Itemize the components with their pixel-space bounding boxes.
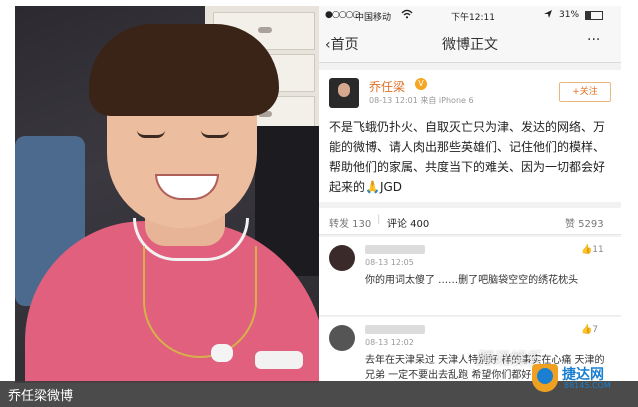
battery-percent: 31% bbox=[559, 10, 580, 20]
comment-time: 08-13 12:02 bbox=[365, 338, 414, 347]
commenter-avatar[interactable] bbox=[329, 245, 355, 271]
weibo-screenshot: ●○○○○ 中国移动 下午12:11 31% ‹首页 微博正文 ··· 乔任梁 … bbox=[319, 6, 621, 383]
battery-icon bbox=[585, 11, 603, 20]
comment-item: 08-13 12:05 👍11 你的用词太傻了 ……删了吧脑袋空空的绣花枕头 bbox=[319, 237, 621, 316]
more-options-button[interactable]: ··· bbox=[587, 32, 600, 48]
likes-tab[interactable]: 赞 5293 bbox=[565, 215, 604, 230]
commenter-name-blurred bbox=[365, 325, 425, 334]
carrier-label: 中国移动 bbox=[355, 13, 392, 23]
commenter-avatar[interactable] bbox=[329, 325, 355, 351]
watermark-logo: 捷达网 88145.COM bbox=[532, 364, 632, 392]
drawer-knob bbox=[258, 27, 272, 33]
clock: 下午12:11 bbox=[451, 13, 495, 23]
comment-like-button[interactable]: 👍7 bbox=[581, 325, 598, 335]
status-bar: ●○○○○ 中国移动 下午12:11 31% bbox=[319, 6, 621, 24]
nav-bar: ‹首页 微博正文 ··· bbox=[319, 24, 621, 63]
location-icon bbox=[543, 9, 553, 22]
watermark-logo-url: 88145.COM bbox=[564, 381, 611, 390]
post-source: 来自 iPhone 6 bbox=[420, 96, 474, 105]
comment-like-count: 7 bbox=[592, 325, 598, 335]
thumbs-up-icon: 👍 bbox=[581, 245, 593, 255]
necklace bbox=[143, 246, 257, 358]
post-body: 不是飞蛾仍扑火、自取灭亡只为津、发达的网络、万能的微博、请人肉出那些英雄们、记住… bbox=[329, 120, 606, 194]
comment-time: 08-13 12:05 bbox=[365, 258, 414, 267]
author-avatar[interactable] bbox=[329, 78, 359, 108]
weibo-post: 乔任梁 V 08-13 12:01 来自 iPhone 6 +关注 不是飞蛾仍扑… bbox=[319, 70, 621, 202]
comments-tab[interactable]: 评论 400 bbox=[387, 215, 429, 230]
shield-icon bbox=[532, 364, 558, 392]
post-time: 08-13 12:01 bbox=[369, 96, 418, 105]
thumbs-up-icon: 👍 bbox=[581, 325, 593, 335]
post-stats-bar: 转发 130 | 评论 400 赞 5293 bbox=[319, 208, 621, 235]
comment-like-button[interactable]: 👍11 bbox=[581, 245, 604, 255]
watermark-text: 腾讯娱乐 bbox=[476, 349, 541, 368]
comment-text: 你的用词太傻了 ……删了吧脑袋空空的绣花枕头 bbox=[365, 275, 579, 286]
vip-badge-icon: V bbox=[415, 78, 427, 90]
comment-like-count: 11 bbox=[592, 245, 604, 255]
post-meta: 08-13 12:01 来自 iPhone 6 bbox=[369, 95, 474, 106]
repost-tab[interactable]: 转发 130 bbox=[329, 215, 371, 230]
follow-button[interactable]: +关注 bbox=[559, 82, 611, 102]
left-eye bbox=[137, 130, 165, 138]
divider: | bbox=[377, 214, 381, 225]
screenshot-frame: ●○○○○ 中国移动 下午12:11 31% ‹首页 微博正文 ··· 乔任梁 … bbox=[0, 0, 638, 407]
wifi-icon bbox=[401, 9, 413, 22]
commenter-name-blurred bbox=[365, 245, 425, 254]
hair bbox=[89, 24, 279, 116]
necklace-pendant bbox=[211, 344, 233, 362]
author-name[interactable]: 乔任梁 bbox=[369, 78, 405, 95]
page-title: 微博正文 bbox=[442, 37, 498, 53]
right-eye bbox=[201, 130, 229, 138]
selfie-photo bbox=[15, 6, 321, 383]
image-caption: 乔任梁微博 bbox=[8, 389, 74, 404]
figurine bbox=[255, 351, 303, 369]
